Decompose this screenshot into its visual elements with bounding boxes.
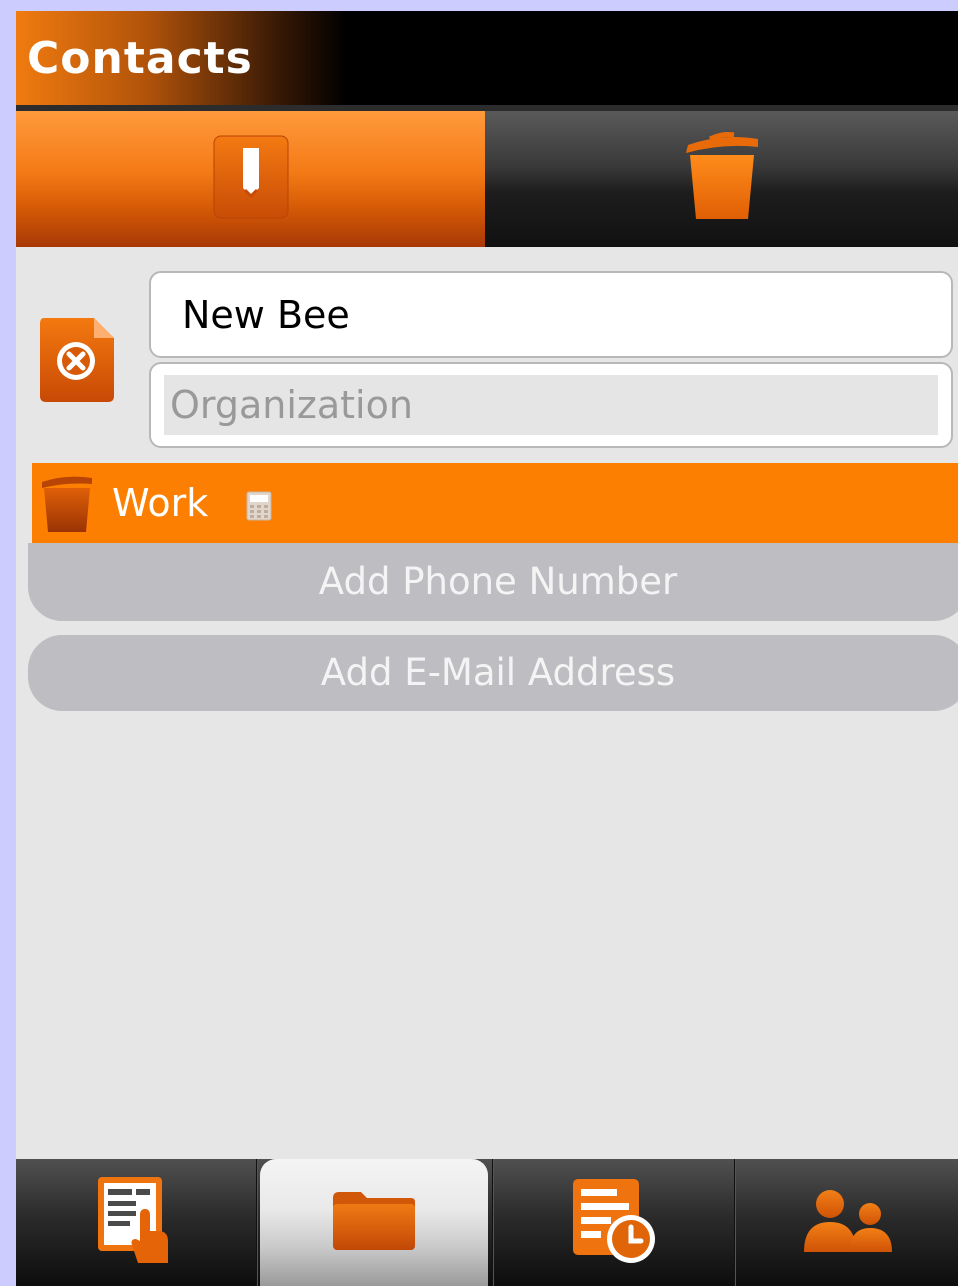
nav-contacts-tab[interactable] [738,1159,958,1286]
phone-label: Work [112,481,209,525]
organization-field[interactable]: Organization [149,362,953,448]
folder-icon [331,1190,417,1256]
add-email-button[interactable]: Add E-Mail Address [28,635,958,711]
history-clock-icon [571,1177,657,1269]
contact-card-remove-icon[interactable] [38,316,116,404]
phone-entry-row[interactable]: Work [32,463,958,543]
organization-placeholder: Organization [164,375,938,435]
contacts-app: Contacts New Bee Organization Work Add P… [16,11,958,1286]
edit-button[interactable] [16,111,485,247]
nav-separator [256,1159,258,1286]
delete-button[interactable] [485,111,958,247]
app-title: Contacts [27,33,253,84]
phone-icon [246,491,272,525]
trash-icon [682,131,762,227]
nav-history-tab[interactable] [496,1159,732,1286]
bottom-nav [16,1159,958,1286]
toolbar [16,111,958,247]
name-field[interactable]: New Bee [149,271,953,358]
nav-details-tab[interactable] [16,1159,256,1286]
nav-separator [492,1159,494,1286]
trash-icon[interactable] [40,474,94,538]
add-phone-button[interactable]: Add Phone Number [28,543,958,621]
name-value: New Bee [182,293,350,337]
details-touch-icon [96,1175,176,1271]
contacts-people-icon [800,1188,896,1258]
edit-pencil-icon [212,134,290,224]
title-bar: Contacts [16,11,958,105]
nav-separator [734,1159,736,1286]
nav-folder-tab[interactable] [260,1159,488,1286]
